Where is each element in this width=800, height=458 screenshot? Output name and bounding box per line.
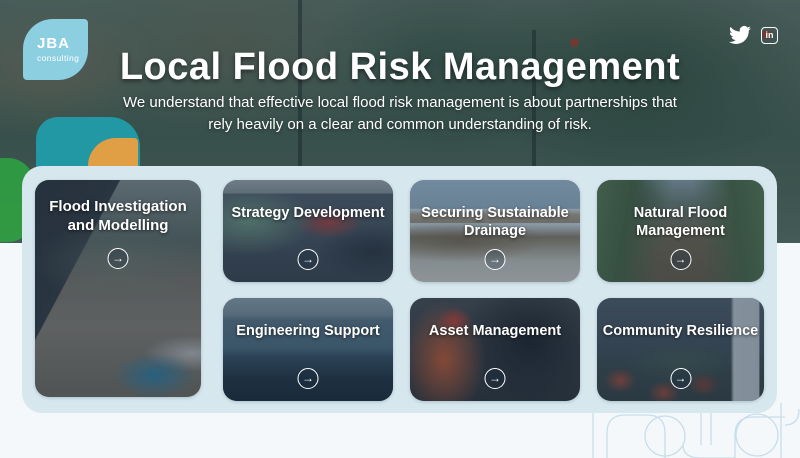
card-title: Asset Management [428, 323, 562, 339]
arrow-circle-icon[interactable]: → [107, 248, 129, 269]
arrow-circle-icon[interactable]: → [484, 368, 506, 389]
card-title: Natural Flood Management [633, 205, 728, 240]
card-title: Strategy Development [231, 205, 385, 221]
linkedin-icon[interactable]: in [761, 26, 778, 44]
card-engineering-support[interactable]: Engineering Support → [223, 298, 393, 401]
card-securing-sustainable-drainage[interactable]: Securing Sustainable Drainage → [410, 180, 580, 282]
arrow-circle-icon[interactable]: → [297, 368, 319, 389]
arrow-circle-icon[interactable]: → [670, 249, 691, 270]
card-strategy-development[interactable]: Strategy Development → [223, 180, 393, 282]
page-title: Local Flood Risk Management [119, 46, 681, 88]
arrow-circle-icon[interactable]: → [297, 249, 319, 270]
card-title: Securing Sustainable Drainage [421, 205, 569, 240]
card-natural-flood-management[interactable]: Natural Flood Management → [597, 180, 764, 282]
social-links: in [727, 24, 778, 46]
card-community-resilience[interactable]: Community Resilience → [597, 298, 764, 401]
card-title: Flood Investigation and Modelling [49, 198, 187, 234]
arrow-circle-icon[interactable]: → [484, 249, 506, 270]
twitter-icon[interactable] [727, 24, 753, 46]
jba-logo[interactable]: JBA consulting [23, 19, 88, 80]
card-flood-investigation-and-modelling[interactable]: Flood Investigation and Modelling → [35, 180, 201, 397]
arrow-circle-icon[interactable]: → [670, 368, 691, 389]
card-asset-management[interactable]: Asset Management → [410, 298, 580, 401]
brand-tagline: consulting [37, 52, 80, 63]
page-subtitle: We understand that effective local flood… [123, 94, 677, 133]
brand-name: JBA [37, 35, 71, 53]
card-title: Community Resilience [602, 323, 759, 339]
card-title: Engineering Support [236, 323, 380, 339]
